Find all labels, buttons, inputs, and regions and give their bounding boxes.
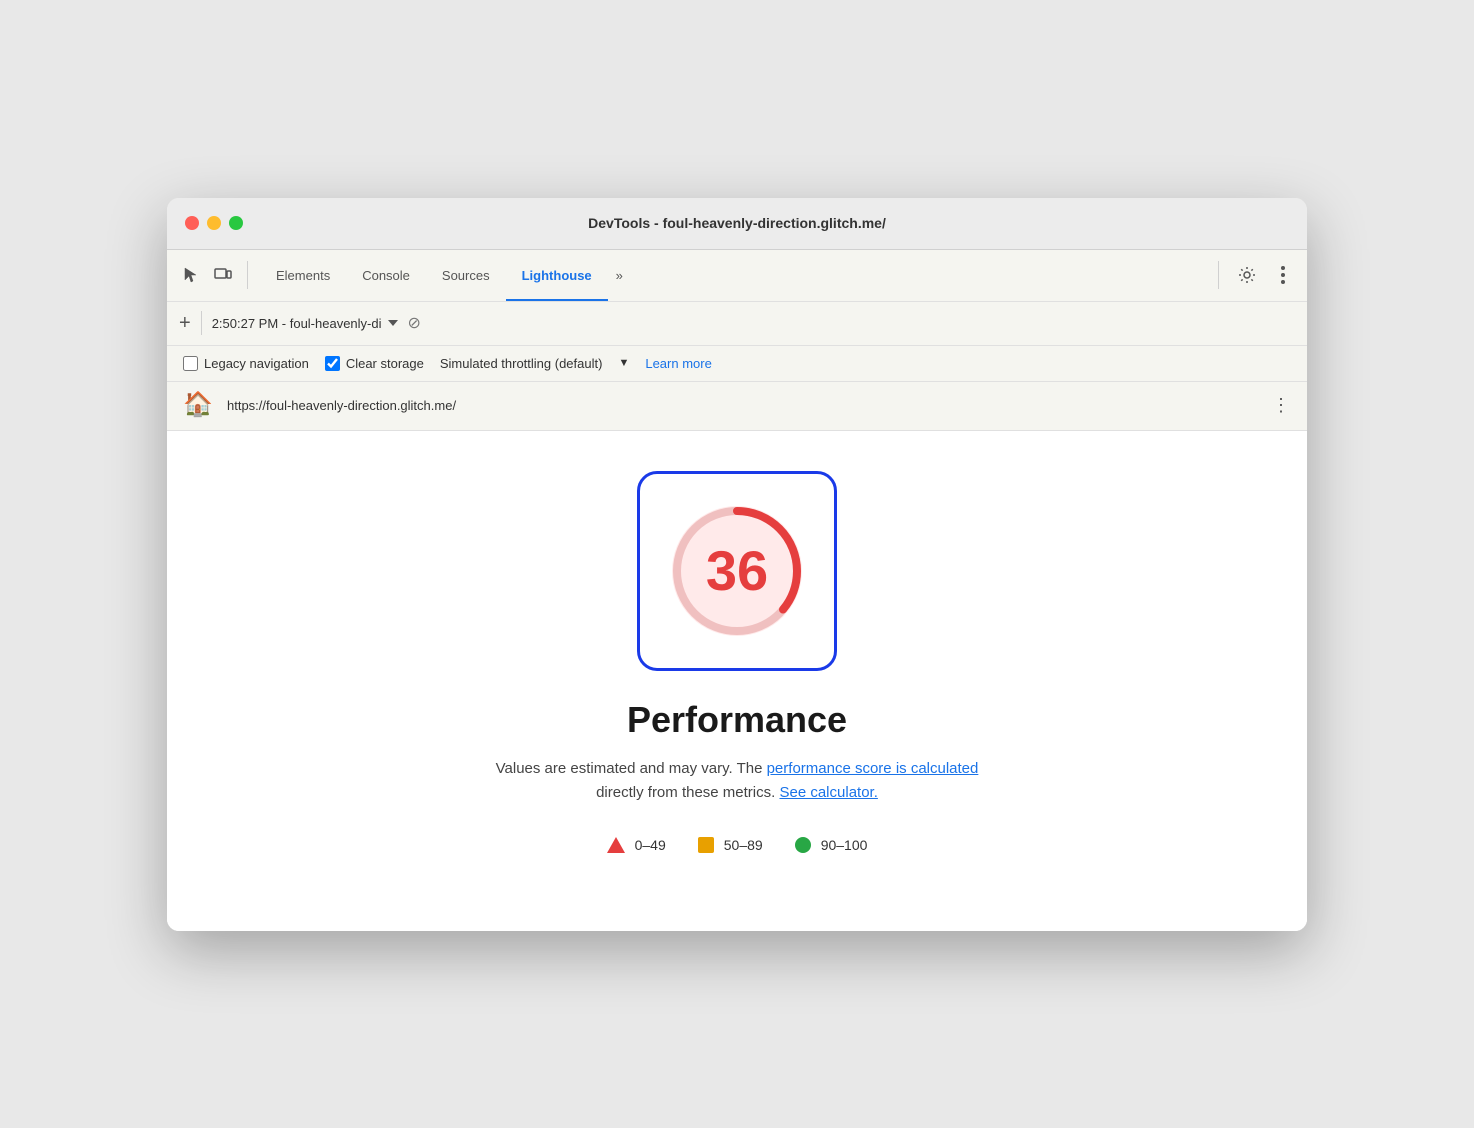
throttling-label: Simulated throttling (default) — [440, 356, 603, 371]
good-score-icon — [795, 837, 811, 853]
score-number: 36 — [706, 538, 768, 603]
throttling-dropdown-arrow[interactable]: ▼ — [618, 357, 629, 369]
minimize-button[interactable] — [207, 216, 221, 230]
device-toggle-icon[interactable] — [211, 263, 235, 287]
score-card: 36 — [637, 471, 837, 671]
legacy-navigation-label: Legacy navigation — [204, 356, 309, 371]
good-score-range: 90–100 — [821, 837, 868, 853]
perf-score-link[interactable]: performance score is calculated — [767, 760, 979, 777]
url-more-icon[interactable]: ⋮ — [1272, 395, 1291, 416]
legend-item-good: 90–100 — [795, 837, 868, 853]
clear-storage-label: Clear storage — [346, 356, 424, 371]
tab-console[interactable]: Console — [346, 249, 426, 301]
clear-storage-option[interactable]: Clear storage — [325, 356, 424, 371]
tab-elements[interactable]: Elements — [260, 249, 346, 301]
description-middle: directly from these metrics. — [596, 784, 779, 801]
timestamp-dropdown[interactable]: 2:50:27 PM - foul-heavenly-di — [212, 316, 398, 331]
more-options-icon[interactable] — [1271, 263, 1295, 287]
clear-storage-checkbox[interactable] — [325, 356, 340, 371]
score-legend: 0–49 50–89 90–100 — [607, 837, 868, 853]
bad-score-range: 0–49 — [635, 837, 666, 853]
cursor-icon[interactable] — [179, 263, 203, 287]
devtools-body: Elements Console Sources Lighthouse » — [167, 250, 1307, 931]
toolbar-divider-1 — [247, 261, 248, 289]
tab-more[interactable]: » — [608, 249, 631, 301]
average-score-icon — [698, 837, 714, 853]
description-prefix: Values are estimated and may vary. The — [496, 760, 767, 777]
average-score-range: 50–89 — [724, 837, 763, 853]
devtools-window: DevTools - foul-heavenly-direction.glitc… — [167, 198, 1307, 931]
bad-score-icon — [607, 837, 625, 853]
tab-bar: Elements Console Sources Lighthouse » — [260, 249, 631, 301]
calculator-link[interactable]: See calculator. — [779, 784, 877, 801]
url-text: https://foul-heavenly-direction.glitch.m… — [227, 398, 1260, 413]
legacy-navigation-checkbox[interactable] — [183, 356, 198, 371]
add-button[interactable]: + — [179, 313, 191, 333]
tb2-divider — [201, 311, 202, 335]
timestamp-text: 2:50:27 PM - foul-heavenly-di — [212, 316, 382, 331]
main-content: 36 Performance Values are estimated and … — [167, 431, 1307, 931]
options-bar: Legacy navigation Clear storage Simulate… — [167, 346, 1307, 382]
title-bar: DevTools - foul-heavenly-direction.glitc… — [167, 198, 1307, 250]
performance-title: Performance — [627, 699, 847, 741]
close-button[interactable] — [185, 216, 199, 230]
window-title: DevTools - foul-heavenly-direction.glitc… — [588, 215, 886, 231]
block-icon[interactable]: ⊘ — [408, 313, 421, 333]
url-bar: 🏠 https://foul-heavenly-direction.glitch… — [167, 382, 1307, 431]
tab-lighthouse[interactable]: Lighthouse — [506, 249, 608, 301]
settings-icon[interactable] — [1235, 263, 1259, 287]
secondary-toolbar: + 2:50:27 PM - foul-heavenly-di ⊘ — [167, 302, 1307, 346]
learn-more-link[interactable]: Learn more — [645, 356, 711, 371]
legacy-navigation-option[interactable]: Legacy navigation — [183, 356, 309, 371]
legend-item-bad: 0–49 — [607, 837, 666, 853]
toolbar-divider-2 — [1218, 261, 1219, 289]
main-toolbar: Elements Console Sources Lighthouse » — [167, 250, 1307, 302]
performance-description: Values are estimated and may vary. The p… — [496, 757, 979, 805]
traffic-lights — [185, 216, 243, 230]
maximize-button[interactable] — [229, 216, 243, 230]
lighthouse-logo-icon: 🏠 — [183, 390, 215, 422]
toolbar-right — [1214, 261, 1295, 289]
legend-item-average: 50–89 — [698, 837, 763, 853]
tab-sources[interactable]: Sources — [426, 249, 506, 301]
